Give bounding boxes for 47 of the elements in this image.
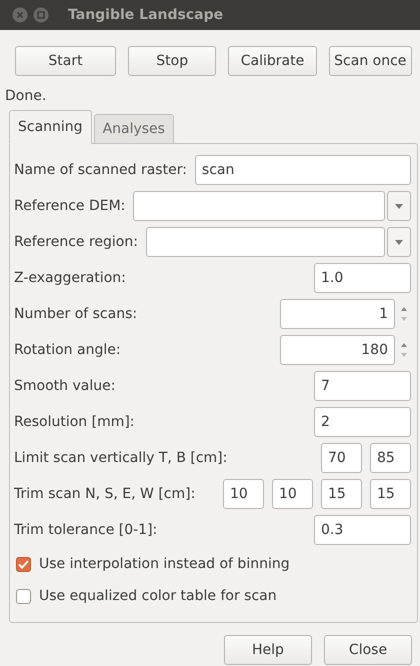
toolbar-button[interactable]: Scan once (328, 46, 412, 76)
field-label: Trim scan N, S, E, W [cm]: (14, 486, 196, 502)
number-field[interactable]: 70 (321, 443, 362, 473)
caret-icon (395, 204, 403, 208)
dialog-button[interactable]: Close (324, 635, 412, 665)
caret-icon (395, 240, 403, 244)
checkbox[interactable] (16, 588, 31, 604)
number-field[interactable]: 85 (370, 443, 411, 473)
tab[interactable]: Scanning (9, 110, 92, 144)
field-label: Name of scanned raster: (14, 162, 187, 178)
maximize-icon[interactable] (33, 7, 49, 23)
checkbox-label[interactable]: Use interpolation instead of binning (14, 548, 411, 580)
spin-field[interactable]: 1 (280, 299, 395, 329)
number-field[interactable]: 10 (223, 479, 264, 509)
field-label: Reference DEM: (14, 198, 126, 214)
number-field[interactable]: 15 (370, 479, 411, 509)
checkmark-icon (18, 560, 29, 568)
dropdown-button[interactable] (387, 191, 411, 221)
field-label: Number of scans: (14, 306, 138, 322)
toolbar-button[interactable]: Stop (128, 46, 216, 76)
dialog-button[interactable]: Help (224, 635, 312, 665)
field-label: Resolution [mm]: (14, 414, 135, 430)
close-icon[interactable] (12, 7, 28, 23)
field-label: Smooth value: (14, 378, 116, 394)
number-field[interactable]: 2 (314, 407, 411, 437)
field-label: Rotation angle: (14, 342, 121, 358)
toolbar-button[interactable]: Calibrate (228, 46, 317, 76)
checkbox-label[interactable]: Use equalized color table for scan (14, 580, 411, 612)
checkbox[interactable] (16, 556, 31, 572)
combo-field[interactable] (133, 191, 385, 221)
dropdown-button[interactable] (387, 227, 411, 257)
number-field[interactable]: 1.0 (314, 263, 411, 293)
spin-field[interactable]: 180 (280, 335, 395, 365)
combo-field[interactable] (146, 227, 385, 257)
tab[interactable]: Analyses (94, 114, 174, 144)
field-label: Trim tolerance [0-1]: (14, 522, 158, 538)
number-field[interactable]: 0.3 (314, 515, 411, 545)
number-field[interactable]: 15 (321, 479, 362, 509)
field-label: Z-exaggeration: (14, 270, 126, 286)
window-title: Tangible Landscape (68, 7, 224, 23)
field-label: Reference region: (14, 234, 138, 250)
number-field[interactable]: 7 (314, 371, 411, 401)
number-field[interactable]: 10 (272, 479, 313, 509)
text-field[interactable]: scan (194, 155, 411, 185)
field-label: Limit scan vertically T, B [cm]: (14, 450, 228, 466)
status-text: Done. (4, 87, 48, 104)
toolbar-button[interactable]: Start (15, 46, 116, 76)
